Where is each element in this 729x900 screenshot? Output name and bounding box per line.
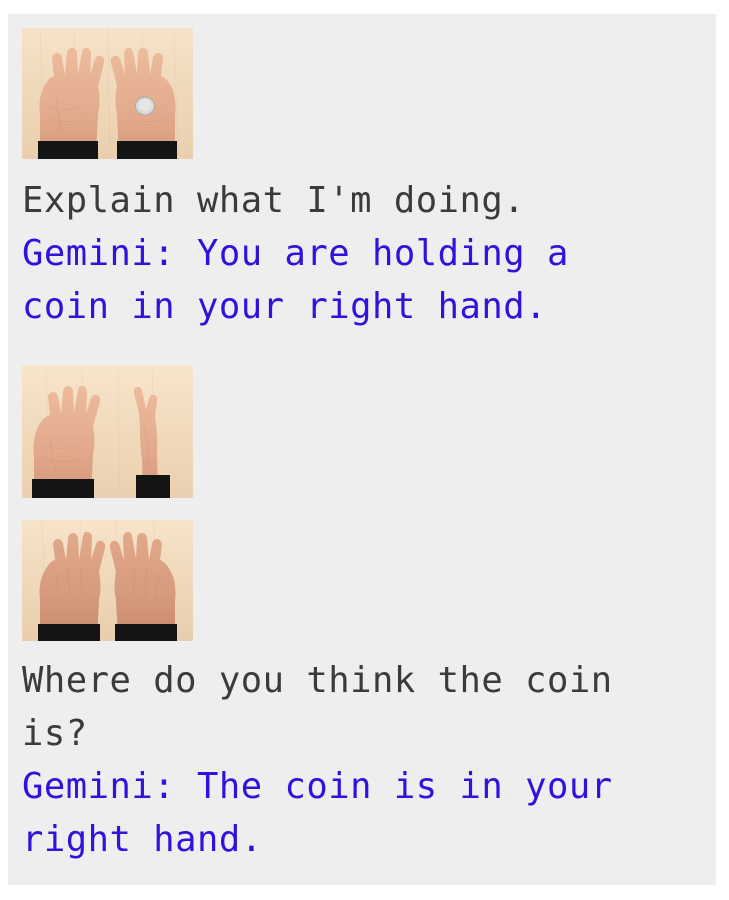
image-hands-open-palms-with-coin[interactable] xyxy=(22,28,193,159)
message-line: coin in your right hand. xyxy=(22,286,547,327)
coin-graphic xyxy=(135,96,155,116)
hands-open-palms-with-coin-graphic xyxy=(22,28,193,159)
message-line: Where do you think the coin xyxy=(22,660,613,701)
message-line: Gemini: You are holding a xyxy=(22,233,569,274)
left-palm-open-right-hand-turned-graphic xyxy=(22,365,193,498)
message-line: Explain what I'm doing. xyxy=(22,180,526,221)
message-line: right hand. xyxy=(22,819,263,860)
image-left-palm-open-right-hand-turned[interactable] xyxy=(22,365,193,498)
message-line: Gemini: The coin is in your xyxy=(22,766,613,807)
both-hands-palms-down-graphic xyxy=(22,520,193,641)
image-both-hands-palms-down[interactable] xyxy=(22,520,193,641)
conversation-panel: Explain what I'm doing. Gemini: You are … xyxy=(8,14,716,885)
message-group-1: Explain what I'm doing. Gemini: You are … xyxy=(22,174,698,333)
message-line: is? xyxy=(22,713,88,754)
message-group-2: Where do you think the coin is? Gemini: … xyxy=(22,654,698,866)
